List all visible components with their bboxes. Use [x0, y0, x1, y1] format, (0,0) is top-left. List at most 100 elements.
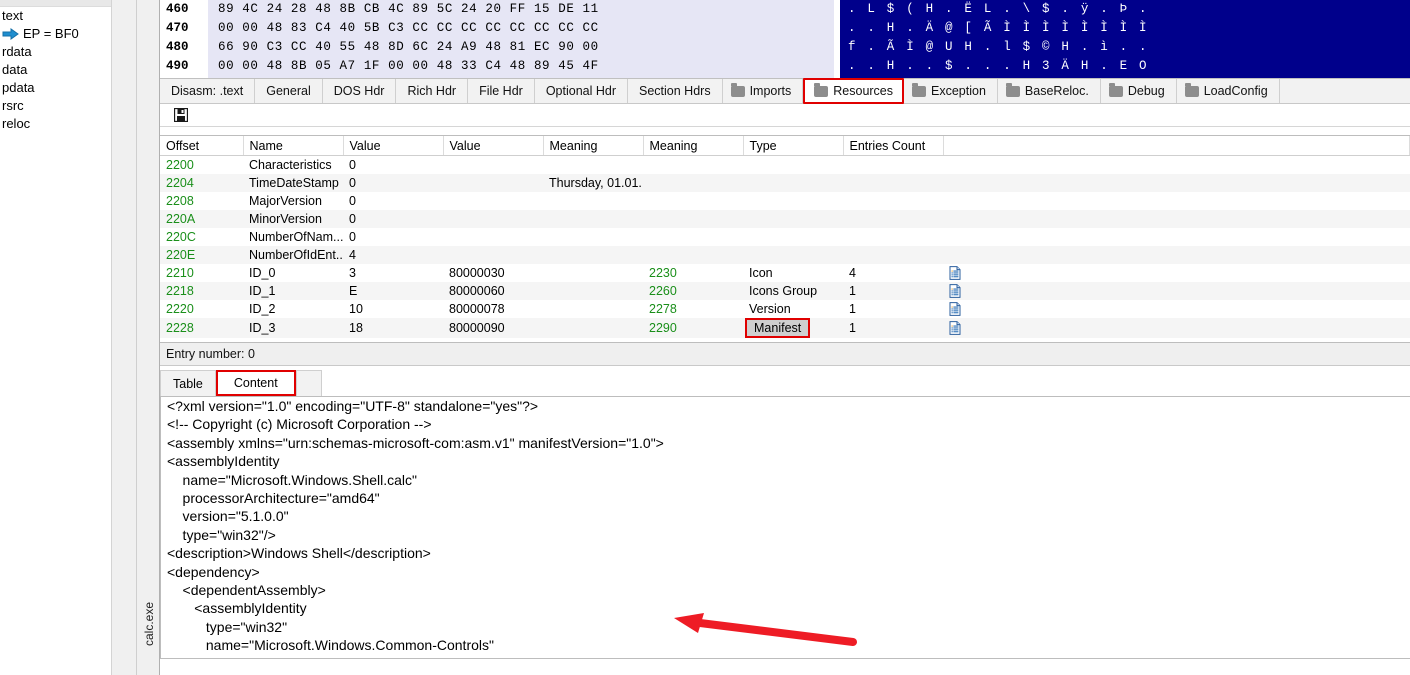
cell-entries: 1: [843, 282, 943, 300]
tab-imports[interactable]: Imports: [722, 79, 804, 103]
col-entries-count[interactable]: Entries Count: [843, 136, 944, 156]
table-row[interactable]: 220E NumberOfIdEnt... 4: [160, 246, 1410, 264]
tab-general[interactable]: General: [255, 79, 323, 103]
cell-entries: [843, 192, 943, 210]
cell-entries: [843, 246, 943, 264]
table-row-selected[interactable]: 2228 ID_3 18 80000090 2290 Manifest 1: [160, 318, 1410, 338]
cell-value-1: E: [343, 282, 443, 300]
cell-name: ID_0: [249, 266, 276, 280]
xml-line: <assemblyIdentity: [167, 453, 280, 470]
sidebar-item-text[interactable]: text: [0, 7, 111, 25]
table-row[interactable]: 2218 ID_1 E 80000060 2260 Icons Group 1: [160, 282, 1410, 300]
manifest-content-pane[interactable]: <?xml version="1.0" encoding="UTF-8" sta…: [160, 396, 1410, 659]
tab-label: Rich Hdr: [407, 84, 457, 98]
table-row[interactable]: 2200 Characteristics 0: [160, 156, 1410, 175]
hex-viewer[interactable]: 460 470 480 490 89 4C 24 28 48 8B CB 4C …: [160, 0, 1410, 79]
tab-debug[interactable]: Debug: [1100, 79, 1177, 103]
hex-bytes-row: 66 90 C3 CC 40 55 48 8D 6C 24 A9 48 81 E…: [218, 40, 599, 54]
tab-disasm-text[interactable]: Disasm: .text: [160, 79, 256, 103]
cell-meaning-1: Thursday, 01.01...: [543, 174, 643, 192]
cell-offset: 2210: [166, 266, 194, 280]
tab-exception[interactable]: Exception: [904, 79, 998, 103]
cell-icon[interactable]: [943, 264, 1410, 282]
col-type[interactable]: Type: [743, 136, 844, 156]
cell-name: MajorVersion: [249, 194, 322, 208]
cell-icon[interactable]: [943, 300, 1410, 318]
col-blank[interactable]: [943, 136, 1410, 156]
sidebar-item-reloc[interactable]: reloc: [0, 115, 111, 133]
tab-label: Section Hdrs: [639, 84, 711, 98]
cell-offset: 2218: [160, 282, 243, 300]
table-row[interactable]: 220A MinorVersion 0: [160, 210, 1410, 228]
file-tab-label: calc.exe: [142, 601, 156, 647]
cell-meaning-1: [543, 192, 643, 210]
tab-section-hdrs[interactable]: Section Hdrs: [628, 79, 723, 103]
table-row[interactable]: 2210 ID_0 3 80000030 2230 Icon 4: [160, 264, 1410, 282]
hex-ascii-column[interactable]: . L $ ( H . Ë L . \ $ . ÿ . Þ . . . H . …: [840, 0, 1410, 78]
subtab-content[interactable]: Content: [215, 370, 296, 396]
xml-line: <?xml version="1.0" encoding="UTF-8" sta…: [167, 398, 539, 414]
tab-label: Exception: [931, 84, 986, 98]
cell-meaning-1: [543, 300, 643, 318]
cell-type: [743, 228, 843, 246]
tab-file-hdr[interactable]: File Hdr: [468, 79, 535, 103]
cell-offset: 2220: [166, 302, 194, 316]
table-row[interactable]: 2204 TimeDateStamp 0 Thursday, 01.01...: [160, 174, 1410, 192]
tab-label: General: [266, 84, 311, 98]
document-icon: [949, 321, 961, 335]
xml-line: <dependency>: [167, 563, 260, 580]
document-icon: [949, 302, 961, 316]
col-meaning-1[interactable]: Meaning: [543, 136, 644, 156]
cell-meaning-2: [643, 192, 743, 210]
document-icon: [949, 266, 961, 280]
tab-dos-hdr[interactable]: DOS Hdr: [322, 79, 397, 103]
folder-icon: [730, 82, 745, 97]
cell-icon[interactable]: [943, 318, 1410, 338]
cell-offset: 2228: [160, 318, 243, 338]
col-offset[interactable]: Offset: [160, 136, 244, 156]
tab-label: LoadConfig: [1203, 84, 1268, 98]
hex-offset-column: 460 470 480 490: [160, 0, 208, 78]
sidebar-item-data[interactable]: data: [0, 61, 111, 79]
hex-offset: 460: [166, 2, 189, 16]
xml-line: <!-- Copyright (c) Microsoft Corporation…: [167, 416, 432, 433]
col-value-2[interactable]: Value: [443, 136, 544, 156]
tab-optional-hdr[interactable]: Optional Hdr: [534, 79, 629, 103]
cell-value-1: 0: [343, 174, 443, 192]
col-meaning-2[interactable]: Meaning: [643, 136, 744, 156]
subtab-table[interactable]: Table: [160, 370, 216, 396]
xml-line: <description>Windows Shell</description>: [167, 545, 431, 562]
cell-meaning-2: [643, 246, 743, 264]
table-row[interactable]: 2208 MajorVersion 0: [160, 192, 1410, 210]
subtab-label: Content: [233, 376, 278, 390]
resource-table[interactable]: Offset Name Value Value Meaning Meaning …: [160, 135, 1410, 343]
sidebar-item-pdata[interactable]: pdata: [0, 79, 111, 97]
cell-type-manifest[interactable]: Manifest: [743, 318, 843, 338]
cell-entries: [843, 228, 943, 246]
cell-icon[interactable]: [943, 282, 1410, 300]
save-disk-icon[interactable]: [174, 108, 188, 122]
cell-meaning-1: [543, 156, 643, 175]
tab-basereloc[interactable]: BaseReloc.: [997, 79, 1101, 103]
tab-rich-hdr[interactable]: Rich Hdr: [396, 79, 469, 103]
main-panel: 460 470 480 490 89 4C 24 28 48 8B CB 4C …: [160, 0, 1410, 675]
col-name[interactable]: Name: [243, 136, 344, 156]
table-row[interactable]: 2220 ID_2 10 80000078 2278 Version 1: [160, 300, 1410, 318]
cell-entries: [843, 174, 943, 192]
hex-offset: 480: [166, 40, 189, 54]
sidebar-item-rsrc[interactable]: rsrc: [0, 97, 111, 115]
cell-entries: [843, 156, 943, 175]
file-tab-strip[interactable]: calc.exe: [136, 0, 160, 675]
xml-line: type="win32"/>: [167, 526, 276, 543]
table-row[interactable]: 220C NumberOfNam... 0: [160, 228, 1410, 246]
cell-value-1: 3: [349, 266, 356, 280]
tab-resources[interactable]: Resources: [803, 78, 905, 104]
hex-bytes-column[interactable]: 89 4C 24 28 48 8B CB 4C 89 5C 24 20 FF 1…: [208, 0, 834, 78]
cell-type: Icons Group: [743, 282, 843, 300]
arrow-right-icon: [2, 28, 19, 40]
sidebar-item-rdata[interactable]: rdata: [0, 43, 111, 61]
sidebar-item-ep[interactable]: EP = BF0: [0, 25, 111, 43]
col-value-1[interactable]: Value: [343, 136, 444, 156]
sidebar-header-strip: [0, 0, 111, 7]
tab-loadconfig[interactable]: LoadConfig: [1176, 79, 1280, 103]
